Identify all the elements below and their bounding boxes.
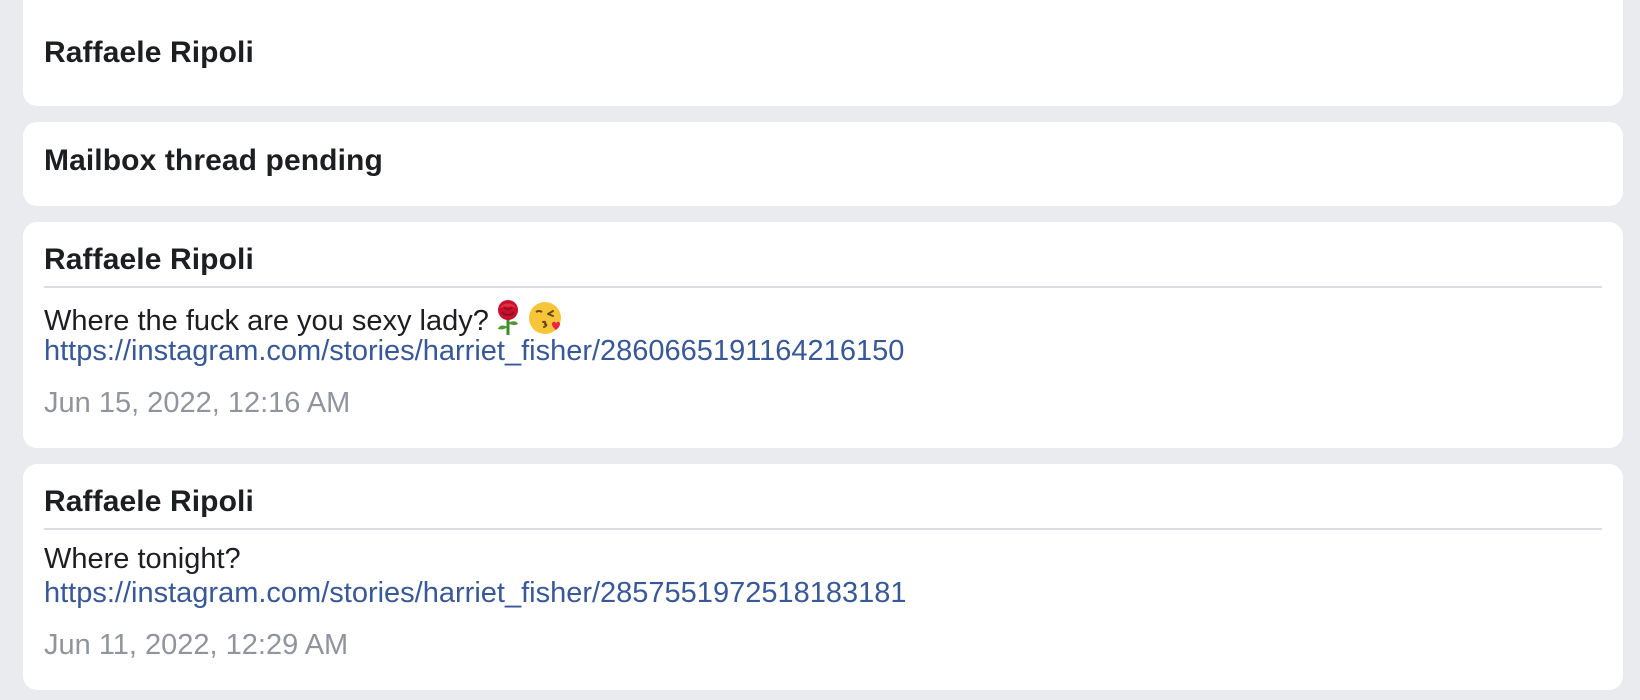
message-card: Raffaele Ripoli Where the fuck are you s… xyxy=(23,222,1623,448)
message-timestamp: Jun 15, 2022, 12:16 AM xyxy=(44,387,351,419)
sender-name: Raffaele Ripoli xyxy=(44,243,254,276)
message-timestamp: Jun 11, 2022, 12:29 AM xyxy=(44,629,349,661)
message-text-line: Where the fuck are you sexy lady? xyxy=(44,300,1602,337)
message-card: Raffaele Ripoli Where tonight? https://i… xyxy=(23,464,1623,690)
thread-status-card: Mailbox thread pending xyxy=(23,122,1623,206)
message-body: Where the fuck are you sexy lady? https:… xyxy=(44,300,1602,368)
sender-name: Raffaele Ripoli xyxy=(44,36,254,69)
message-header: Raffaele Ripoli xyxy=(44,484,1602,530)
thread-status-title: Mailbox thread pending xyxy=(44,144,383,177)
message-feed: Raffaele Ripoli Mailbox thread pending R… xyxy=(0,0,1640,700)
message-header: Raffaele Ripoli xyxy=(44,242,1602,288)
sender-name: Raffaele Ripoli xyxy=(44,485,254,518)
story-link[interactable]: https://instagram.com/stories/harriet_fi… xyxy=(44,334,1602,368)
message-text: Where the fuck are you sexy lady? xyxy=(44,305,489,337)
story-link[interactable]: https://instagram.com/stories/harriet_fi… xyxy=(44,576,1602,610)
thread-card: Raffaele Ripoli xyxy=(23,0,1623,106)
message-body: Where tonight? https://instagram.com/sto… xyxy=(44,542,1602,610)
message-text: Where tonight? xyxy=(44,543,241,575)
